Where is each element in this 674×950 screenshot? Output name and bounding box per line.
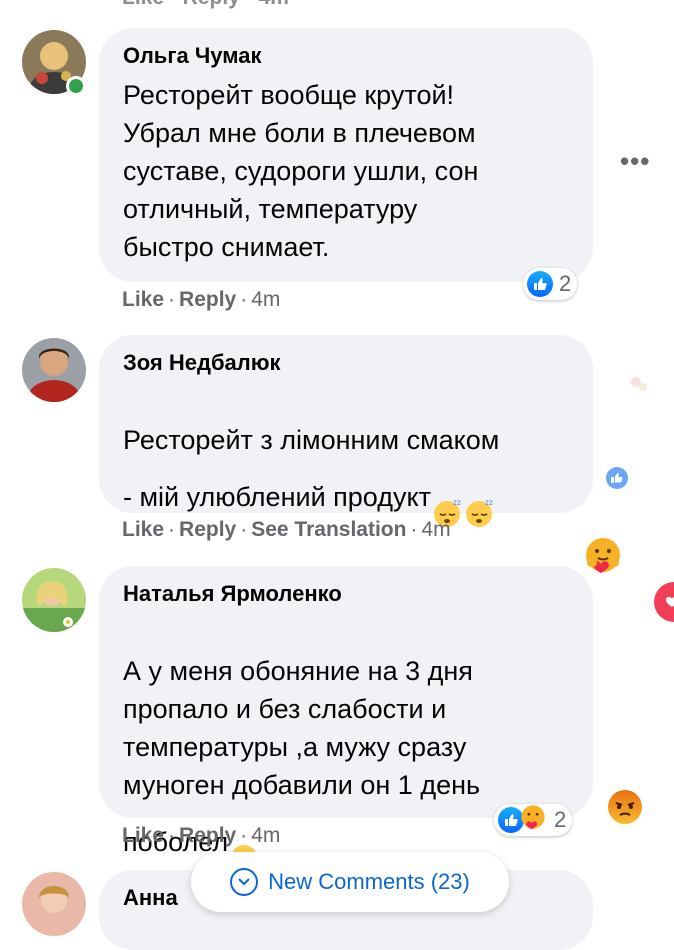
reply-link[interactable]: Reply: [179, 518, 236, 541]
more-options-icon[interactable]: •••: [620, 146, 650, 177]
love-reaction-icon: [652, 580, 674, 629]
reaction-summary[interactable]: 2: [523, 268, 578, 300]
comment-timestamp[interactable]: 4m: [251, 824, 280, 847]
care-reaction-icon: [584, 536, 622, 579]
svg-text:zz: zz: [485, 498, 493, 507]
like-reaction-icon: [605, 466, 629, 495]
previous-comment-actions: Like · Reply · 4m: [122, 0, 289, 10]
comment-author[interactable]: Наталья Ярмоленко: [123, 580, 569, 608]
see-translation-link[interactable]: See Translation: [251, 518, 406, 541]
like-reaction-icon: [527, 271, 553, 297]
care-reaction-icon: [520, 804, 546, 836]
comment-author[interactable]: Ольга Чумак: [123, 42, 569, 70]
reaction-count: 2: [559, 271, 572, 296]
reaction-summary[interactable]: 2: [494, 804, 573, 836]
new-comments-button[interactable]: New Comments (23): [191, 852, 509, 912]
online-status-indicator: [66, 76, 86, 96]
svg-text:zz: zz: [453, 498, 461, 507]
comment-bubble: Наталья Ярмоленко А у меня обоняние на 3…: [99, 566, 593, 871]
floating-reaction-icon: [628, 372, 652, 401]
comment-text: Ресторейт вообще крутой! Убрал мне боли …: [123, 80, 479, 262]
comment-bubble: Зоя Недбалюк Ресторейт з лімонним смаком…: [99, 335, 593, 607]
avatar-natalya[interactable]: [22, 568, 86, 632]
chevron-down-icon: [230, 868, 259, 896]
angry-reaction-icon: [606, 788, 644, 831]
avatar-anna[interactable]: [22, 872, 86, 936]
avatar-zoya[interactable]: [22, 338, 86, 402]
like-link[interactable]: Like: [122, 824, 164, 847]
comment-actions: Like · Reply · See Translation · 4m: [122, 518, 451, 541]
new-comments-label: New Comments (23): [268, 869, 470, 894]
reply-link[interactable]: Reply: [179, 288, 236, 311]
like-link[interactable]: Like: [122, 288, 164, 311]
comment-bubble: Ольга Чумак Ресторейт вообще крутой! Убр…: [99, 28, 593, 282]
sleeping-face-emoji: zz: [463, 459, 495, 539]
comment-actions: Like · Reply · 4m: [122, 288, 281, 311]
comment-actions: Like · Reply · 4m: [122, 824, 281, 847]
like-link[interactable]: Like: [122, 518, 164, 541]
comment-timestamp[interactable]: 4m: [251, 288, 280, 311]
comment-author[interactable]: Зоя Недбалюк: [123, 349, 569, 377]
comment-timestamp[interactable]: 4m: [421, 518, 450, 541]
reply-link[interactable]: Reply: [179, 824, 236, 847]
reaction-count: 2: [554, 807, 567, 832]
